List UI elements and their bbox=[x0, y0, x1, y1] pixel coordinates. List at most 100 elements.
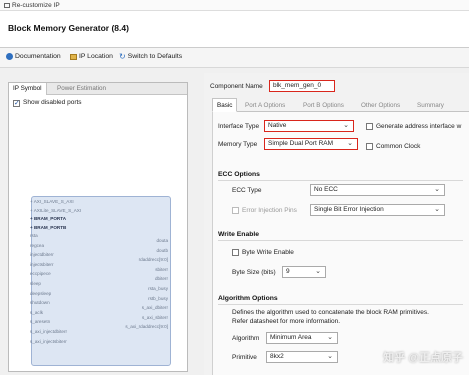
primitive-select[interactable]: 8kx2 ⌄ bbox=[266, 351, 338, 363]
divider bbox=[218, 180, 463, 181]
switch-defaults-button[interactable]: ↻ Switch to Defaults bbox=[119, 52, 183, 61]
interface-type-select[interactable]: Native ⌄ bbox=[264, 120, 354, 132]
symbol-pin-right: rsta_busy bbox=[148, 286, 168, 291]
refresh-icon: ↻ bbox=[119, 52, 126, 61]
ecc-type-label: ECC Type bbox=[232, 187, 262, 194]
symbol-pin-right: doutb bbox=[156, 247, 169, 253]
chevron-down-icon: ⌄ bbox=[315, 268, 321, 275]
symbol-right-pins: douta doutb rdaddrecc[9:0] sbiterr dbiterr rs… bbox=[100, 238, 169, 329]
chevron-down-icon: ⌄ bbox=[434, 206, 440, 213]
symbol-pin-right: s_axi_sbiterr bbox=[141, 314, 168, 320]
primitive-value: 8kx2 bbox=[270, 353, 284, 360]
generate-address-checkbox[interactable] bbox=[366, 123, 373, 130]
symbol-pin-right: s_axi_dbiterr bbox=[141, 305, 168, 311]
folder-icon bbox=[70, 53, 77, 60]
show-disabled-ports-checkbox[interactable] bbox=[13, 99, 20, 107]
algorithm-value: Minimum Area bbox=[270, 334, 312, 341]
documentation-button[interactable]: Documentation bbox=[6, 53, 61, 60]
documentation-icon bbox=[6, 53, 13, 60]
tab-power-estimation[interactable]: Power Estimation bbox=[53, 83, 110, 95]
common-clock-label: Common Clock bbox=[376, 143, 421, 150]
documentation-label: Documentation bbox=[15, 53, 61, 60]
write-enable-title: Write Enable bbox=[218, 231, 260, 238]
component-name-input[interactable]: blk_mem_gen_0 bbox=[269, 80, 335, 92]
chevron-down-icon: ⌄ bbox=[434, 186, 440, 193]
ecc-options-title: ECC Options bbox=[218, 171, 260, 178]
tab-ip-symbol[interactable]: IP Symbol bbox=[9, 83, 47, 95]
symbol-pin-right: rdaddrecc[9:0] bbox=[138, 257, 168, 263]
byte-size-label: Byte Size (bits) bbox=[232, 269, 276, 276]
symbol-pin-left: + BRAM_PORTA bbox=[30, 216, 67, 221]
interface-type-value: Native bbox=[268, 122, 287, 129]
ip-location-label: IP Location bbox=[79, 53, 113, 60]
symbol-pin-right: rstb_busy bbox=[148, 295, 168, 301]
symbol-pin-left: injectsbiterr bbox=[30, 261, 54, 267]
symbol-pin-right: douta bbox=[156, 238, 169, 243]
error-injection-select[interactable]: Single Bit Error Injection ⌄ bbox=[310, 204, 445, 216]
symbol-pin-left: rsta bbox=[30, 233, 38, 238]
symbol-pin-left: s_aresetn bbox=[30, 319, 51, 325]
symbol-pin-left: deepsleep bbox=[30, 290, 52, 296]
chevron-down-icon: ⌄ bbox=[343, 122, 349, 129]
page-title: Block Memory Generator (8.4) bbox=[8, 23, 129, 33]
divider bbox=[218, 240, 463, 241]
byte-write-enable-checkbox[interactable] bbox=[232, 249, 239, 256]
algorithm-label: Algorithm bbox=[232, 335, 260, 342]
ecc-type-value: No ECC bbox=[314, 186, 338, 193]
byte-write-enable-label: Byte Write Enable bbox=[242, 249, 294, 256]
toolbar: Documentation IP Location ↻ Switch to De… bbox=[0, 48, 469, 68]
tab-basic[interactable]: Basic bbox=[212, 98, 238, 112]
tab-port-a-options[interactable]: Port A Options bbox=[240, 98, 290, 112]
divider bbox=[218, 304, 463, 305]
symbol-pin-right: s_axi_rdaddrecc[9:0] bbox=[125, 324, 168, 330]
tab-other-options[interactable]: Other Options bbox=[356, 98, 405, 112]
chevron-down-icon: ⌄ bbox=[327, 334, 333, 341]
symbol-pin-left: + AXILite_SLAVE_S_AXI bbox=[30, 207, 82, 213]
right-panel: Component Name blk_mem_gen_0 Basic Port … bbox=[204, 73, 469, 375]
symbol-pin-left: + BRAM_PORTB bbox=[30, 224, 67, 230]
primitive-label: Primitive bbox=[232, 354, 257, 361]
algorithm-options-title: Algorithm Options bbox=[218, 295, 278, 302]
symbol-left-pins: + AXI_SLAVE_S_AXI + AXILite_SLAVE_S_AXI + … bbox=[30, 199, 100, 359]
ecc-type-select[interactable]: No ECC ⌄ bbox=[310, 184, 445, 196]
symbol-pin-left: eccpipece bbox=[30, 271, 51, 277]
error-injection-label: Error Injection Pins bbox=[242, 207, 297, 214]
symbol-pin-left: + AXI_SLAVE_S_AXI bbox=[30, 199, 74, 204]
symbol-pin-left: s_axi_injectsbiterr bbox=[30, 338, 67, 344]
window-title: Re-customize IP bbox=[12, 2, 60, 9]
algorithm-description: Defines the algorithm used to concatenat… bbox=[232, 309, 429, 316]
symbol-pin-left: sleep bbox=[30, 281, 41, 286]
memory-type-label: Memory Type bbox=[218, 141, 258, 148]
ip-location-button[interactable]: IP Location bbox=[70, 53, 113, 60]
symbol-pin-right: sbiterr bbox=[155, 266, 168, 272]
chevron-down-icon: ⌄ bbox=[327, 353, 333, 360]
switch-defaults-label: Switch to Defaults bbox=[127, 53, 183, 60]
symbol-pin-left: s_aclk bbox=[30, 309, 44, 315]
common-clock-checkbox[interactable] bbox=[366, 143, 373, 150]
window-titlebar: Re-customize IP bbox=[0, 0, 469, 11]
interface-type-label: Interface Type bbox=[218, 123, 260, 130]
chevron-down-icon: ⌄ bbox=[347, 140, 353, 147]
component-name-label: Component Name bbox=[210, 83, 263, 90]
algorithm-refer: Refer datasheet for more information. bbox=[232, 318, 341, 325]
left-tabs: IP Symbol Power Estimation bbox=[9, 83, 187, 95]
tab-summary[interactable]: Summary bbox=[412, 98, 449, 112]
byte-size-value: 9 bbox=[286, 268, 290, 275]
symbol-pin-left: shutdown bbox=[30, 300, 50, 306]
dialog-header: Block Memory Generator (8.4) bbox=[0, 11, 469, 48]
symbol-pin-left: s_axi_injectdbiterr bbox=[30, 329, 68, 334]
symbol-pin-left: regcea bbox=[30, 242, 45, 248]
error-injection-value: Single Bit Error Injection bbox=[314, 206, 384, 213]
symbol-pin-right: dbiterr bbox=[154, 276, 168, 282]
show-disabled-ports-label: Show disabled ports bbox=[23, 99, 82, 106]
watermark: 知乎 @正点原子 bbox=[383, 352, 463, 364]
symbol-pin-left: injectdbiterr bbox=[30, 252, 54, 258]
memory-type-value: Simple Dual Port RAM bbox=[268, 140, 334, 147]
error-injection-checkbox[interactable] bbox=[232, 207, 239, 214]
byte-size-select[interactable]: 9 ⌄ bbox=[282, 266, 326, 278]
memory-type-select[interactable]: Simple Dual Port RAM ⌄ bbox=[264, 138, 358, 150]
tab-port-b-options[interactable]: Port B Options bbox=[298, 98, 349, 112]
algorithm-select[interactable]: Minimum Area ⌄ bbox=[266, 332, 338, 344]
config-tabs: Basic Port A Options Port B Options Othe… bbox=[212, 98, 469, 112]
window-icon bbox=[4, 2, 10, 8]
